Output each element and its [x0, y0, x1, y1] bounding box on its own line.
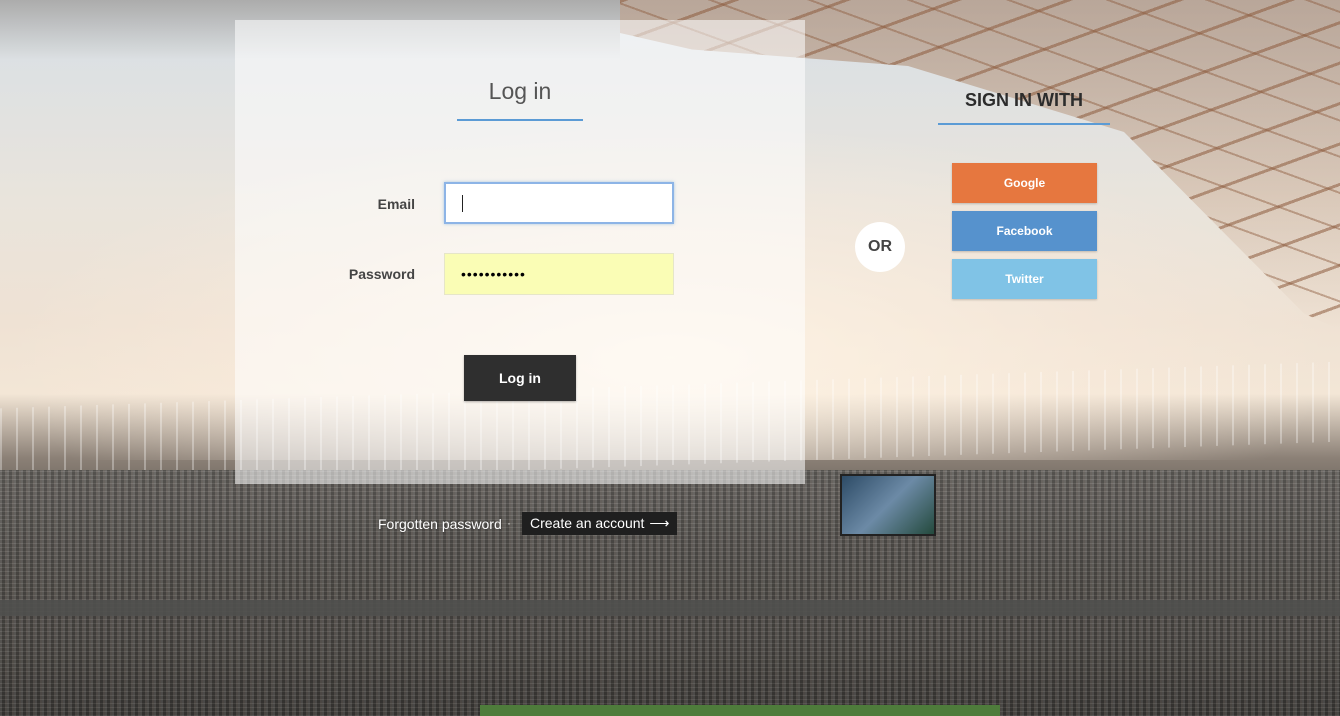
stadium-tier	[0, 600, 1340, 616]
stadium-crowd	[0, 470, 1340, 716]
create-account-label: Create an account	[530, 515, 645, 531]
facebook-signin-button[interactable]: Facebook	[952, 211, 1097, 251]
password-label: Password	[348, 266, 415, 282]
sign-in-with-title: SIGN IN WITH	[938, 90, 1110, 125]
login-title: Log in	[457, 78, 583, 121]
email-field[interactable]	[444, 182, 674, 224]
create-account-link[interactable]: Create an account ⟶	[522, 512, 678, 535]
password-field[interactable]	[444, 253, 674, 295]
twitter-signin-button[interactable]: Twitter	[952, 259, 1097, 299]
forgot-password-link[interactable]: Forgotten password	[378, 516, 502, 532]
login-page: Log in Email Password Log in Forgotten p…	[0, 0, 1340, 716]
stadium-field	[480, 705, 1000, 716]
login-button[interactable]: Log in	[464, 355, 576, 401]
link-separator: ·	[507, 516, 511, 530]
arrow-right-icon: ⟶	[649, 515, 670, 531]
or-divider: OR	[855, 222, 905, 272]
text-cursor	[462, 195, 463, 212]
login-panel: Log in Email Password Log in	[235, 20, 805, 484]
stadium-screen	[840, 474, 936, 536]
google-signin-button[interactable]: Google	[952, 163, 1097, 203]
email-label: Email	[377, 196, 415, 212]
